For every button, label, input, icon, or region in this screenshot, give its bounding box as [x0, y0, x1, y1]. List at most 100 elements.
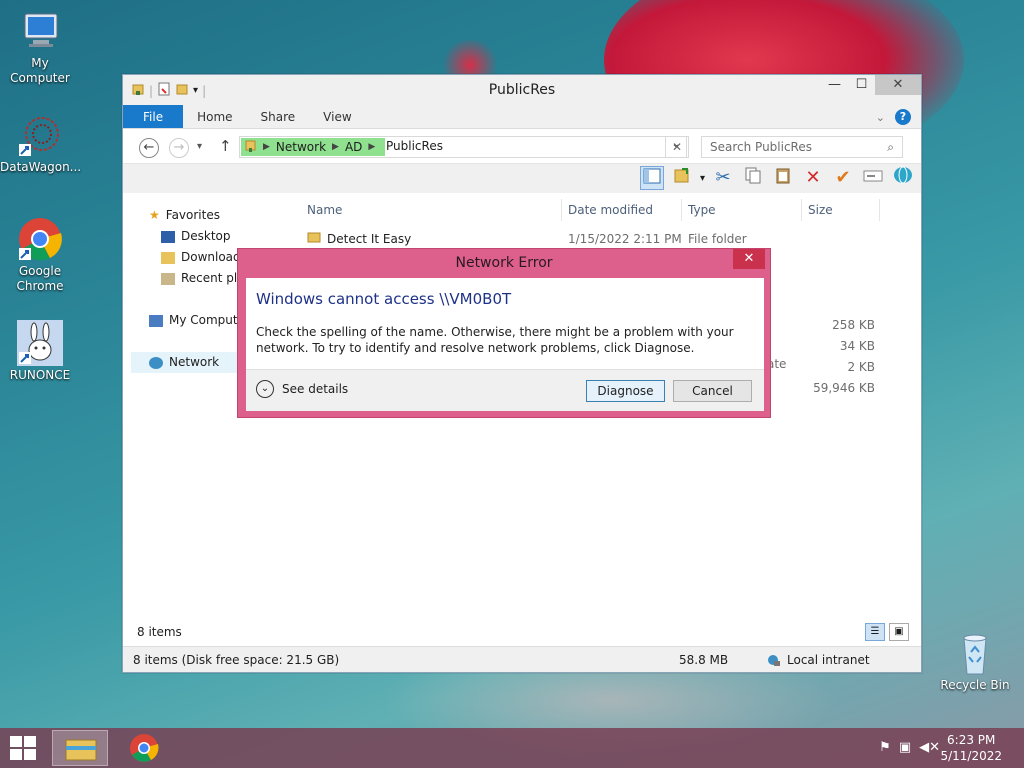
action-center-flag-icon[interactable]: ⚑ — [879, 740, 891, 755]
nav-desktop[interactable]: Desktop — [131, 226, 291, 247]
size-column-values: 258 KB 34 KB 2 KB 59,946 KB — [813, 315, 875, 399]
system-tray: ⚑ ▣ ◀✕ — [879, 740, 940, 755]
breadcrumb: ▶ Network ▶ AD ▶ — [241, 138, 385, 156]
close-button[interactable]: ✕ — [875, 75, 921, 95]
chrome-taskbar-icon — [130, 734, 159, 762]
nav-label: Desktop — [181, 229, 231, 243]
see-details-label: See details — [282, 382, 349, 396]
forward-button[interactable]: → — [169, 138, 189, 158]
list-item[interactable]: Detect It Easy 1/15/2022 2:11 PM File fo… — [301, 228, 921, 249]
help-icon[interactable]: ? — [895, 109, 911, 125]
file-explorer-icon — [65, 739, 97, 761]
computer-small-icon — [149, 314, 163, 327]
nav-label: Network — [169, 355, 220, 369]
desktop-icon-datawagon[interactable]: DataWagon... — [0, 112, 82, 175]
view-switcher: ☰ ▣ — [865, 623, 909, 641]
desktop-icon-runonce[interactable]: RUNONCE — [0, 320, 80, 383]
desktop-icon — [161, 230, 175, 243]
nav-favorites[interactable]: ★ Favorites — [131, 205, 291, 226]
back-button[interactable]: ← — [139, 138, 159, 158]
desktop-icon-google-chrome[interactable]: Google Chrome — [0, 216, 80, 294]
taskbar-chrome[interactable] — [116, 730, 172, 766]
large-icons-view-icon[interactable]: ▣ — [889, 623, 909, 641]
network-location-icon — [245, 139, 257, 156]
start-button[interactable] — [10, 736, 38, 760]
title-bar: | ▾ | PublicRes — ☐ ✕ — [123, 75, 921, 105]
file-type: File folder — [688, 231, 747, 246]
up-button[interactable]: ↑ — [219, 137, 232, 155]
recent-locations-icon[interactable]: ▾ — [197, 141, 202, 152]
breadcrumb-network[interactable]: Network — [276, 140, 326, 154]
address-clear-button[interactable]: ✕ — [665, 136, 689, 158]
search-icon: ⌕ — [887, 140, 894, 154]
file-size: 258 KB — [832, 318, 875, 332]
taskbar-file-explorer[interactable] — [52, 730, 108, 766]
copy-icon[interactable] — [741, 166, 765, 190]
status-zone-label: Local intranet — [787, 653, 870, 667]
desktop-icon-label: RUNONCE — [9, 368, 71, 382]
column-date-modified[interactable]: Date modified — [562, 199, 682, 221]
desktop-icon-label: Recycle Bin — [940, 678, 1010, 692]
dialog-title: Network Error — [455, 255, 553, 271]
minimize-button[interactable]: — — [821, 75, 848, 95]
tab-share[interactable]: Share — [247, 105, 310, 128]
breadcrumb-publicres[interactable]: PublicRes — [386, 139, 443, 153]
desktop-icon-my-computer[interactable]: My Computer — [0, 8, 80, 86]
network-error-dialog: Network Error ✕ Windows cannot access \\… — [237, 248, 771, 418]
chrome-icon — [17, 216, 63, 262]
window-title: PublicRes — [488, 82, 556, 98]
search-input[interactable]: Search PublicRes ⌕ — [701, 136, 903, 158]
breadcrumb-ad[interactable]: AD — [345, 140, 362, 154]
chevron-down-icon: ⌄ — [256, 380, 274, 398]
preview-pane-icon[interactable] — [639, 166, 664, 190]
breadcrumb-separator-icon: ▶ — [332, 142, 339, 152]
properties-folder-icon[interactable] — [670, 166, 694, 190]
status-disk-info: 8 items (Disk free space: 21.5 GB) — [133, 653, 340, 667]
file-name: Detect It Easy — [327, 231, 412, 246]
clock[interactable]: 6:23 PM 5/11/2022 — [940, 732, 1002, 764]
file-name-cell: Detect It Easy — [301, 231, 562, 246]
desktop-icon-recycle-bin[interactable]: Recycle Bin — [935, 630, 1015, 693]
tab-home[interactable]: Home — [183, 105, 246, 128]
network-icon — [149, 356, 163, 369]
column-headers: Name Date modified Type Size — [301, 199, 921, 221]
dialog-heading: Windows cannot access \\VM0B0T — [256, 290, 512, 308]
item-count: 8 items — [137, 625, 182, 639]
checkmark-icon[interactable]: ✔ — [831, 166, 855, 190]
diagnose-button[interactable]: Diagnose — [586, 380, 665, 402]
column-size[interactable]: Size — [802, 199, 880, 221]
see-details-toggle[interactable]: ⌄ See details — [256, 380, 348, 398]
column-name[interactable]: Name — [301, 199, 562, 221]
dialog-body: Windows cannot access \\VM0B0T Check the… — [246, 278, 764, 411]
paste-icon[interactable] — [771, 166, 795, 190]
star-icon: ★ — [149, 208, 160, 222]
cancel-button[interactable]: Cancel — [673, 380, 752, 402]
dialog-message: Check the spelling of the name. Otherwis… — [256, 325, 734, 355]
downloads-icon — [161, 251, 175, 264]
tab-file[interactable]: File — [123, 105, 184, 128]
address-bar[interactable]: ▶ Network ▶ AD ▶ PublicRes ⌄ — [239, 136, 687, 158]
nav-label: Favorites — [165, 208, 220, 222]
recent-places-icon — [161, 272, 175, 285]
details-view-icon[interactable]: ☰ — [865, 623, 885, 641]
properties-dropdown-icon[interactable]: ▾ — [700, 173, 705, 184]
cut-icon[interactable]: ✂ — [711, 166, 735, 190]
folder-icon — [307, 231, 321, 246]
column-type[interactable]: Type — [682, 199, 802, 221]
search-placeholder: Search PublicRes — [710, 140, 812, 154]
runonce-icon — [17, 320, 63, 366]
delete-icon[interactable]: ✕ — [801, 166, 825, 190]
volume-muted-icon[interactable]: ◀✕ — [919, 740, 940, 755]
dialog-close-button[interactable]: ✕ — [733, 249, 765, 269]
desktop-icon-label: DataWagon... — [0, 160, 82, 174]
clock-date: 5/11/2022 — [940, 749, 1002, 763]
maximize-button[interactable]: ☐ — [848, 75, 875, 95]
tab-view[interactable]: View — [309, 105, 365, 128]
dialog-footer: ⌄ See details Diagnose Cancel — [246, 369, 764, 411]
expand-ribbon-icon[interactable]: ⌄ — [876, 111, 885, 124]
taskbar: ⚑ ▣ ◀✕ 6:23 PM 5/11/2022 — [0, 728, 1024, 768]
network-globe-icon[interactable] — [891, 166, 915, 190]
rename-icon[interactable] — [861, 166, 885, 190]
ribbon-tabs: File Home Share View ⌄ ? — [123, 105, 921, 129]
network-status-icon[interactable]: ▣ — [899, 740, 911, 755]
